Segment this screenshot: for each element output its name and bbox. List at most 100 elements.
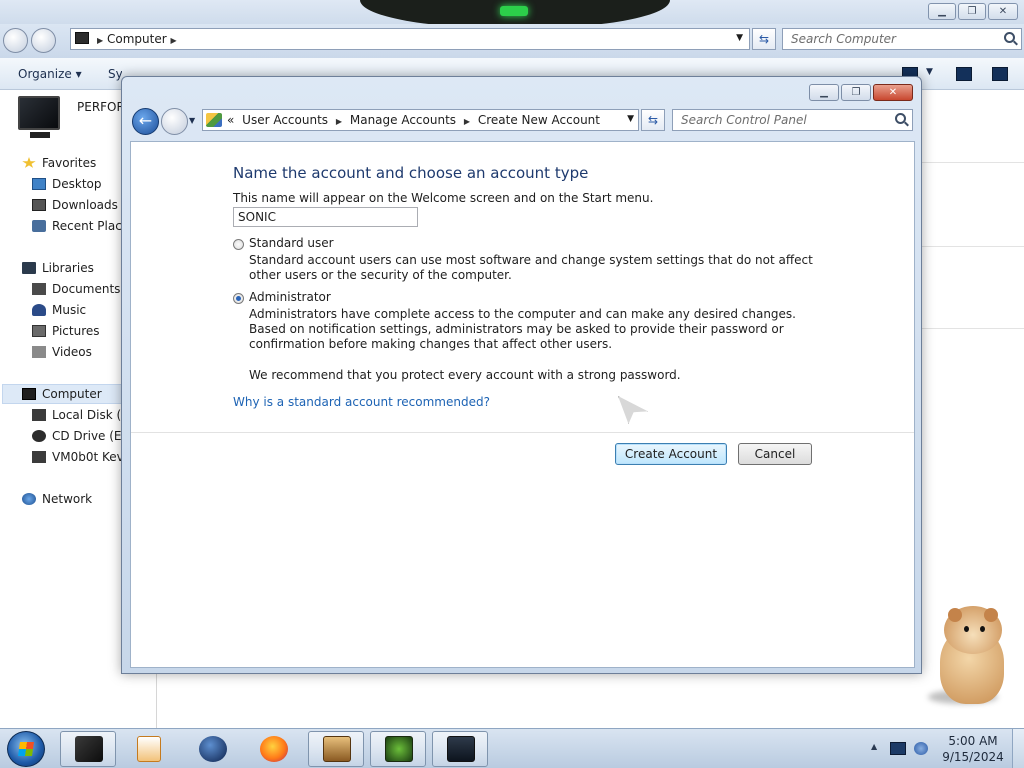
forward-button[interactable] [31, 28, 56, 53]
computer-name: PERFOR [77, 100, 125, 114]
nav-computer[interactable]: Computer [22, 387, 102, 401]
mascot-ear [948, 608, 962, 622]
restore-icon[interactable]: ❐ [841, 84, 871, 101]
explorer-search-input[interactable]: Search Computer [782, 28, 1022, 50]
search-icon [895, 113, 906, 124]
preview-pane-icon[interactable] [956, 67, 972, 81]
taskbar-control-panel[interactable] [432, 731, 488, 767]
restore-icon[interactable]: ❐ [958, 3, 986, 20]
cd-drive-icon [32, 430, 46, 442]
system-properties-button[interactable]: System properties [108, 67, 122, 81]
game-icon [385, 736, 413, 762]
system-clock[interactable]: 5:00 AM 9/15/2024 [940, 733, 1006, 765]
taskbar-media-player[interactable] [120, 731, 176, 767]
chevron-down-icon[interactable]: ▼ [627, 114, 634, 124]
computer-icon [75, 736, 103, 762]
libraries-icon [22, 262, 36, 274]
nav-music[interactable]: Music [32, 303, 86, 317]
breadcrumb-create-new-account[interactable]: Create New Account [478, 113, 600, 127]
explorer-window-controls: ▁ ❐ ✕ [928, 3, 1018, 20]
explorer-address-row: ▶ Computer ▶ ▼ ⇆ Search Computer [0, 24, 1024, 58]
nav-pictures[interactable]: Pictures [32, 324, 100, 338]
start-button[interactable] [7, 731, 45, 767]
dialog-window-controls: ▁ ❐ ✕ [809, 84, 913, 101]
volume-icon[interactable] [914, 742, 928, 755]
standard-user-label[interactable]: Standard user [249, 236, 334, 250]
password-recommendation: We recommend that you protect every acco… [249, 368, 681, 382]
show-hidden-icons-icon[interactable]: ▲ [871, 742, 877, 751]
nav-downloads[interactable]: Downloads [32, 198, 118, 212]
explorer-address-bar[interactable]: ▶ Computer ▶ ▼ [70, 28, 750, 50]
administrator-description: Administrators have complete access to t… [249, 307, 796, 351]
nav-libraries[interactable]: Libraries [22, 261, 94, 275]
why-standard-account-link[interactable]: Why is a standard account recommended? [233, 395, 490, 409]
divider [922, 246, 1024, 247]
minimize-icon[interactable]: ▁ [809, 84, 839, 101]
chevron-down-icon[interactable]: ▼ [926, 67, 933, 77]
chevron-right-icon[interactable]: ▶ [336, 117, 342, 126]
mascot-head [944, 606, 1002, 654]
explorer-details-header: PERFOR [0, 90, 125, 146]
taskbar-globe-app[interactable] [184, 731, 240, 767]
media-player-icon [137, 736, 161, 762]
account-name-input[interactable] [233, 207, 418, 227]
chevron-down-icon[interactable]: ▼ [736, 33, 743, 43]
divider [922, 328, 1024, 329]
taskbar-explorer[interactable] [60, 731, 116, 767]
show-desktop-button[interactable] [1012, 729, 1024, 768]
close-icon[interactable]: ✕ [988, 3, 1018, 20]
dialog-address-bar[interactable]: « User Accounts ▶ Manage Accounts ▶ Crea… [202, 109, 639, 131]
organize-button[interactable]: Organize ▾ [18, 67, 82, 81]
name-hint: This name will appear on the Welcome scr… [233, 191, 654, 205]
minimize-icon[interactable]: ▁ [928, 3, 956, 20]
help-icon[interactable] [992, 67, 1008, 81]
forward-button[interactable] [161, 108, 188, 135]
back-button[interactable] [3, 28, 28, 53]
monitor-icon [447, 736, 475, 762]
network-icon [22, 493, 36, 505]
dialog-content: Name the account and choose an account t… [130, 141, 915, 668]
star-icon [22, 157, 36, 168]
mascot-eye [980, 626, 985, 632]
computer-icon [75, 32, 89, 44]
create-account-button[interactable]: Create Account [615, 443, 727, 465]
breadcrumb-user-accounts[interactable]: User Accounts [242, 113, 328, 127]
administrator-radio[interactable] [233, 293, 244, 304]
recent-pages-chevron-icon[interactable]: ▼ [189, 116, 195, 125]
taskbar-firefox[interactable] [245, 731, 301, 767]
globe-icon [199, 736, 227, 762]
computer-icon [22, 388, 36, 400]
taskbar-game-app[interactable] [370, 731, 426, 767]
nav-local-disk[interactable]: Local Disk (C: [32, 408, 134, 422]
nav-network[interactable]: Network [22, 492, 92, 506]
search-icon [1004, 32, 1015, 43]
nav-desktop[interactable]: Desktop [32, 177, 102, 191]
nav-vm-share[interactable]: VM0b0t Kevin [32, 450, 135, 464]
close-icon[interactable]: ✕ [873, 84, 913, 101]
bezel-light [500, 6, 528, 16]
chevron-right-icon[interactable]: ▶ [464, 117, 470, 126]
clock-time: 5:00 AM [948, 734, 998, 748]
control-panel-search-input[interactable]: Search Control Panel [672, 109, 913, 131]
mascot-eye [964, 626, 969, 632]
nav-documents[interactable]: Documents [32, 282, 120, 296]
administrator-label[interactable]: Administrator [249, 290, 331, 304]
firefox-icon [260, 736, 288, 762]
network-tray-icon[interactable] [890, 742, 906, 755]
cancel-button[interactable]: Cancel [738, 443, 812, 465]
back-button[interactable]: ← [132, 108, 159, 135]
refresh-button[interactable]: ⇆ [752, 28, 776, 50]
breadcrumb[interactable]: ▶ Computer ▶ [97, 32, 177, 46]
standard-user-radio[interactable] [233, 239, 244, 250]
nav-favorites[interactable]: Favorites [22, 156, 96, 170]
nav-cd-drive[interactable]: CD Drive (E:) [32, 429, 130, 443]
taskbar-hamster-app[interactable] [308, 731, 364, 767]
breadcrumb-overflow[interactable]: « [227, 113, 234, 127]
control-panel-icon [206, 113, 222, 127]
nav-videos[interactable]: Videos [32, 345, 92, 359]
divider [922, 162, 1024, 163]
nav-recent-places[interactable]: Recent Places [32, 219, 135, 233]
hamster-app-icon [323, 736, 351, 762]
refresh-button[interactable]: ⇆ [641, 109, 665, 131]
breadcrumb-manage-accounts[interactable]: Manage Accounts [350, 113, 456, 127]
